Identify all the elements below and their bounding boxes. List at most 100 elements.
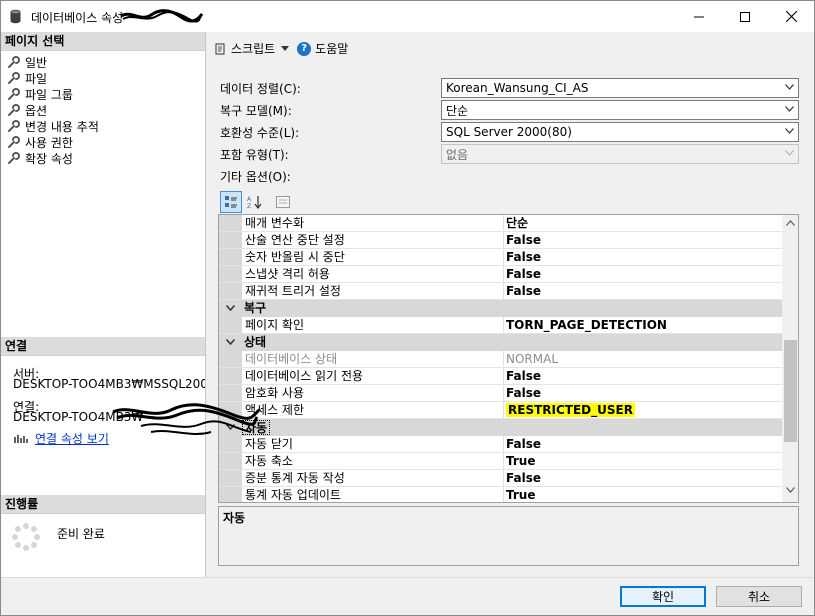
property-row[interactable]: 자동 축소 True <box>219 453 782 470</box>
property-value[interactable]: False <box>504 436 782 452</box>
toolbar: 스크립트 ? 도움말 <box>213 40 348 57</box>
property-name: 통계 자동 업데이트 <box>242 487 504 502</box>
help-label: 도움말 <box>315 42 349 56</box>
property-row[interactable]: 자동 닫기 False <box>219 436 782 453</box>
property-value[interactable]: False <box>504 368 782 384</box>
alphabetical-button[interactable]: A Z <box>244 191 266 213</box>
connection-link-label: 연결 속성 보기 <box>35 432 109 446</box>
nav-item-filegroups[interactable]: 파일 그룹 <box>7 86 99 102</box>
collapse-icon[interactable] <box>219 300 242 316</box>
property-row[interactable]: 매개 변수화 단순 <box>219 215 782 232</box>
progress-header: 진행률 <box>1 495 205 514</box>
containment-type-label: 포함 유형(T): <box>220 147 289 162</box>
property-value[interactable]: False <box>504 266 782 282</box>
property-category[interactable]: 상태 <box>219 334 782 351</box>
redaction-scribble <box>120 9 204 23</box>
collapse-icon[interactable] <box>219 334 242 350</box>
ok-button[interactable]: 확인 <box>620 586 706 607</box>
property-name: 스냅샷 격리 허용 <box>242 266 504 282</box>
property-value[interactable]: RESTRICTED_USER <box>504 402 782 418</box>
property-row[interactable]: 데이터베이스 상태 NORMAL <box>219 351 782 368</box>
property-value[interactable]: False <box>504 283 782 299</box>
wrench-icon <box>8 71 20 84</box>
property-name: 암호화 사용 <box>242 385 504 401</box>
categorized-icon <box>225 196 237 208</box>
property-pages-icon <box>276 196 290 208</box>
script-label: 스크립트 <box>231 42 276 56</box>
property-row[interactable]: 암호화 사용 False <box>219 385 782 402</box>
property-grid-scrollbar[interactable] <box>782 215 798 502</box>
window-title: 데이터베이스 속성 <box>31 11 124 25</box>
property-row[interactable]: 데이터베이스 읽기 전용 False <box>219 368 782 385</box>
nav-item-change-tracking[interactable]: 변경 내용 추적 <box>7 118 99 134</box>
script-icon <box>215 42 225 55</box>
property-row[interactable]: 산술 연산 중단 설정 False <box>219 232 782 249</box>
property-value[interactable]: 단순 <box>504 215 782 231</box>
options-page: 스크립트 ? 도움말 데이터 정렬(C): Korean_Wansung_CI_… <box>207 32 814 577</box>
scroll-up-icon[interactable] <box>786 220 795 226</box>
page-select-header: 페이지 선택 <box>1 32 205 51</box>
collapse-icon[interactable] <box>219 419 242 435</box>
scrollbar-thumb[interactable] <box>784 340 797 442</box>
property-category[interactable]: 복구 <box>219 300 782 317</box>
nav-item-label: 일반 <box>25 55 48 70</box>
nav-item-label: 옵션 <box>25 103 48 118</box>
property-value[interactable]: TORN_PAGE_DETECTION <box>504 317 782 333</box>
nav-item-files[interactable]: 파일 <box>7 70 99 86</box>
property-value[interactable]: True <box>504 453 782 469</box>
progress-spinner-icon <box>12 523 40 551</box>
grid-toolbar: A Z <box>220 191 296 213</box>
scroll-down-icon[interactable] <box>786 487 795 493</box>
property-row[interactable]: 스냅샷 격리 허용 False <box>219 266 782 283</box>
wrench-icon <box>8 151 20 164</box>
property-row[interactable]: 증분 통계 자동 작성 False <box>219 470 782 487</box>
nav-item-options[interactable]: 옵션 <box>7 102 99 118</box>
nav-item-permissions[interactable]: 사용 권한 <box>7 134 99 150</box>
property-row[interactable]: 액세스 제한 RESTRICTED_USER <box>219 402 782 419</box>
dialog-footer: 확인 취소 <box>1 577 814 615</box>
chevron-down-icon <box>785 150 794 156</box>
script-button[interactable]: 스크립트 <box>213 40 290 57</box>
view-connection-properties-link[interactable]: 연결 속성 보기 <box>13 430 109 447</box>
property-value[interactable]: False <box>504 232 782 248</box>
nav-item-label: 변경 내용 추적 <box>25 119 99 134</box>
nav-item-general[interactable]: 일반 <box>7 54 99 70</box>
maximize-icon <box>740 11 750 22</box>
row-gutter <box>219 470 242 486</box>
progress-status: 준비 완료 <box>57 526 105 541</box>
nav-item-extended-properties[interactable]: 확장 속성 <box>7 150 99 166</box>
property-pages-button[interactable] <box>272 191 294 213</box>
nav-item-label: 파일 그룹 <box>25 87 73 102</box>
property-row[interactable]: 재귀적 트리거 설정 False <box>219 283 782 300</box>
close-button[interactable] <box>768 1 814 32</box>
property-row[interactable]: 통계 자동 업데이트 True <box>219 487 782 502</box>
categorized-button[interactable] <box>220 191 242 213</box>
cancel-button[interactable]: 취소 <box>716 586 802 607</box>
property-value[interactable]: True <box>504 487 782 502</box>
svg-text:Z: Z <box>247 203 251 209</box>
minimize-button[interactable] <box>676 1 722 32</box>
property-value[interactable]: False <box>504 249 782 265</box>
property-name: 증분 통계 자동 작성 <box>242 470 504 486</box>
row-gutter <box>219 453 242 469</box>
property-row[interactable]: 페이지 확인 TORN_PAGE_DETECTION <box>219 317 782 334</box>
chevron-down-icon <box>281 46 290 51</box>
property-name: 페이지 확인 <box>242 317 504 333</box>
help-icon: ? <box>297 41 312 56</box>
wrench-icon <box>8 55 20 68</box>
maximize-button[interactable] <box>722 1 768 32</box>
property-value[interactable]: False <box>504 470 782 486</box>
property-row[interactable]: 숫자 반올림 시 중단 False <box>219 249 782 266</box>
recovery-model-select[interactable]: 단순 <box>441 100 799 120</box>
help-button[interactable]: ? 도움말 <box>297 40 348 57</box>
property-category[interactable]: 자동 <box>219 419 782 436</box>
property-grid[interactable]: 매개 변수화 단순 산술 연산 중단 설정 False 숫자 반올림 시 중단 False… <box>218 214 799 503</box>
property-name: 숫자 반올림 시 중단 <box>242 249 504 265</box>
compatibility-level-select[interactable]: SQL Server 2000(80) <box>441 122 799 142</box>
containment-type-select: 없음 <box>441 144 799 164</box>
collation-select[interactable]: Korean_Wansung_CI_AS <box>441 78 799 98</box>
progress-area: 준비 완료 <box>11 522 105 552</box>
chevron-down-icon <box>785 106 794 112</box>
row-gutter <box>219 232 242 248</box>
property-value[interactable]: False <box>504 385 782 401</box>
